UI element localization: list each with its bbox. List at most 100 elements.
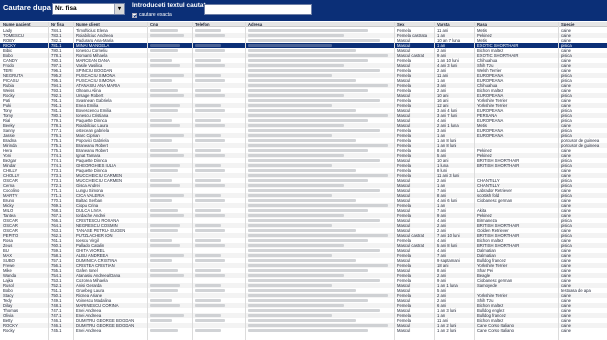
redacted-value [195,139,225,142]
redacted-value [195,289,225,292]
redacted-value [195,134,221,137]
cell-address [247,328,394,333]
redacted-value [248,84,388,87]
redacted-value [150,244,180,247]
redacted-value [248,239,368,242]
redacted-value [150,134,184,137]
redacted-value [248,199,356,202]
redacted-value [195,269,221,272]
redacted-value [195,64,225,67]
redacted-value [195,164,221,167]
column-header-cnp[interactable]: Cnp [149,22,192,26]
redacted-value [248,134,332,137]
table-header: Nume pacient Nr fisa Nume client Cnp Telefon… [0,22,607,27]
table-row[interactable]: Rocky 745.1 Enei Andreea Mascul 1 an 2 luni C… [0,328,607,333]
redacted-value [195,44,221,47]
column-divider [192,22,193,340]
redacted-value [248,159,380,162]
column-header-breed[interactable]: Rasa [476,22,558,26]
redacted-value [248,124,344,127]
redacted-value [195,214,225,217]
redacted-value [248,329,368,332]
cell-age: 1 an 2 luni [437,328,457,333]
redacted-value [248,244,344,247]
redacted-value [248,209,368,212]
redacted-value [150,194,184,197]
redacted-value [150,299,172,302]
cell-client-name: Enei Andreea [76,328,102,333]
redacted-value [150,29,178,32]
redacted-value [248,224,332,227]
cell-patient-name: Rocky [3,328,15,333]
redacted-value [150,179,172,182]
redacted-value [150,284,180,287]
cell-phone [194,328,246,333]
redacted-value [195,194,221,197]
redacted-value [195,104,221,107]
redacted-value [248,184,344,187]
column-header-address[interactable]: Adresa [247,22,394,26]
chevron-down-icon[interactable]: ▾ [114,4,124,14]
redacted-value [195,89,221,92]
redacted-value [150,34,184,37]
redacted-value [195,284,221,287]
redacted-value [150,109,178,112]
redacted-value [195,304,225,307]
redacted-value [248,69,380,72]
column-header-species[interactable]: Specie [560,22,606,26]
redacted-value [248,114,388,117]
patients-table[interactable]: Nume pacient Nr fisa Nume client Cnp Telefon… [0,22,607,340]
column-divider [434,22,435,340]
column-header-age[interactable]: Varsta [436,22,474,26]
redacted-value [150,269,178,272]
redacted-value [195,34,225,37]
search-field-select[interactable]: Nr. fisa ▾ [52,3,125,15]
redacted-value [195,209,221,212]
redacted-value [248,259,356,262]
redacted-value [248,194,332,197]
redacted-value [195,179,221,182]
column-header-record-number[interactable]: Nr fisa [50,22,74,26]
column-header-phone[interactable]: Telefon [194,22,246,26]
redacted-value [195,259,225,262]
column-header-client-name[interactable]: Nume client [75,22,147,26]
redacted-value [150,139,172,142]
redacted-value [248,39,380,42]
search-field-value: Nr. fisa [55,5,77,12]
redacted-value [248,324,388,327]
redacted-value [248,104,332,107]
redacted-value [195,239,221,242]
redacted-value [150,184,180,187]
redacted-value [195,124,225,127]
redacted-value [248,109,356,112]
redacted-value [248,284,332,287]
redacted-value [150,44,180,47]
redacted-value [248,304,344,307]
column-header-sex[interactable]: Sex [396,22,434,26]
redacted-value [248,164,332,167]
redacted-value [248,174,388,177]
redacted-value [195,94,225,97]
column-header-patient-name[interactable]: Nume pacient [2,22,48,26]
redacted-value [248,139,356,142]
redacted-value [248,309,380,312]
exact-search-option[interactable]: cautare exacta [132,12,172,18]
search-input[interactable] [204,4,312,15]
redacted-value [195,244,225,247]
redacted-value [248,229,356,232]
redacted-value [248,59,368,62]
redacted-value [150,154,184,157]
search-by-label: Cautare dupa [3,3,51,12]
redacted-value [150,239,172,242]
column-divider [558,22,559,340]
exact-search-checkbox[interactable] [132,12,137,18]
redacted-value [195,224,221,227]
column-divider [73,22,74,340]
column-divider [147,22,148,340]
redacted-value [248,154,344,157]
search-toolbar: Cautare dupa Nr. fisa ▾ Introduceti text… [0,0,607,21]
redacted-value [248,74,332,77]
redacted-value [150,274,184,277]
redacted-value [248,119,368,122]
redacted-value [248,89,368,92]
